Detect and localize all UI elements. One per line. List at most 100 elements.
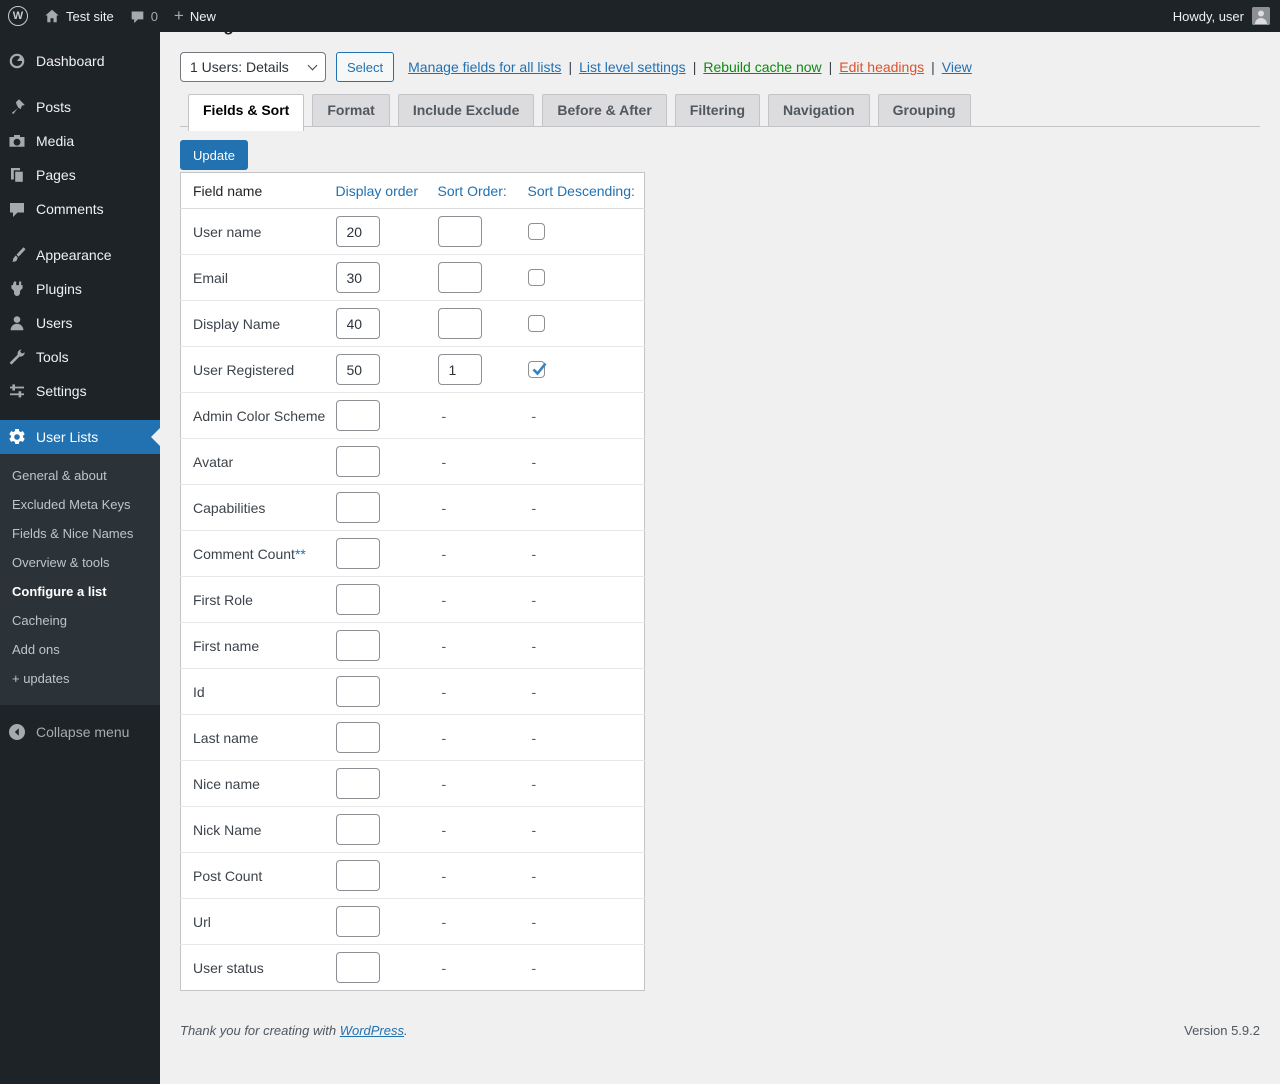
field-name-label: Post Count xyxy=(193,868,262,884)
field-row: Id-- xyxy=(181,669,645,715)
sidebar-item-label: Appearance xyxy=(36,247,112,263)
gear-icon xyxy=(8,428,26,446)
howdy-user-menu[interactable]: Howdy, user xyxy=(1173,9,1244,24)
display-order-input[interactable] xyxy=(336,538,380,569)
display-order-input[interactable] xyxy=(336,216,380,247)
field-row: Avatar-- xyxy=(181,439,645,485)
wordpress-logo-menu[interactable]: W xyxy=(8,6,28,26)
display-order-input[interactable] xyxy=(336,814,380,845)
collapse-menu-button[interactable]: Collapse menu xyxy=(0,715,160,749)
no-sort-marker: - xyxy=(438,868,447,884)
sidebar-item-comments[interactable]: Comments xyxy=(0,192,160,226)
sidebar-item-posts[interactable]: Posts xyxy=(0,90,160,124)
link-rebuild-cache-now[interactable]: Rebuild cache now xyxy=(703,59,821,75)
select-button[interactable]: Select xyxy=(336,52,394,82)
display-order-input[interactable] xyxy=(336,492,380,523)
sidebar-item-media[interactable]: Media xyxy=(0,124,160,158)
submenu-item-add-ons[interactable]: Add ons xyxy=(0,635,160,664)
no-sort-marker: - xyxy=(528,684,537,700)
sidebar-item-label: Posts xyxy=(36,99,71,115)
comments-admin-bar-link[interactable]: 0 xyxy=(130,9,158,24)
sidebar-item-user-lists[interactable]: User Lists xyxy=(0,420,160,454)
submenu-item-overview-tools[interactable]: Overview & tools xyxy=(0,548,160,577)
sidebar-item-appearance[interactable]: Appearance xyxy=(0,238,160,272)
field-name-label: Url xyxy=(193,914,211,930)
tab-format[interactable]: Format xyxy=(312,94,389,126)
sort-order-input[interactable] xyxy=(438,216,482,247)
display-order-input[interactable] xyxy=(336,354,380,385)
sidebar-item-dashboard[interactable]: Dashboard xyxy=(0,44,160,78)
sort-order-input[interactable] xyxy=(438,262,482,293)
footer: Thank you for creating with WordPress. V… xyxy=(180,1023,1260,1048)
sidebar-item-tools[interactable]: Tools xyxy=(0,340,160,374)
display-order-input[interactable] xyxy=(336,676,380,707)
brush-icon xyxy=(8,246,26,264)
tab-before-after[interactable]: Before & After xyxy=(542,94,666,126)
column-header-field-name: Field name xyxy=(181,173,328,209)
field-row: User name xyxy=(181,209,645,255)
submenu-item-excluded-meta-keys[interactable]: Excluded Meta Keys xyxy=(0,490,160,519)
main-content: Configure a user list : Users: Details 1… xyxy=(160,0,1280,1052)
sidebar-item-label: User Lists xyxy=(36,429,98,445)
no-sort-marker: - xyxy=(528,914,537,930)
link-separator: | xyxy=(829,59,833,75)
link-separator: | xyxy=(568,59,572,75)
display-order-input[interactable] xyxy=(336,584,380,615)
field-row: Last name-- xyxy=(181,715,645,761)
link-view[interactable]: View xyxy=(942,59,972,75)
collapse-icon xyxy=(8,723,26,741)
sort-descending-checkbox[interactable] xyxy=(528,315,545,332)
column-header-sort-order[interactable]: Sort Order: xyxy=(430,173,520,209)
sidebar-item-label: Users xyxy=(36,315,73,331)
sidebar-item-plugins[interactable]: Plugins xyxy=(0,272,160,306)
sort-descending-checkbox[interactable] xyxy=(528,361,545,378)
tab-navigation[interactable]: Navigation xyxy=(768,94,870,126)
field-row: First name-- xyxy=(181,623,645,669)
display-order-input[interactable] xyxy=(336,768,380,799)
sidebar-item-settings[interactable]: Settings xyxy=(0,374,160,408)
link-list-level-settings[interactable]: List level settings xyxy=(579,59,686,75)
field-name-label: User name xyxy=(193,224,261,240)
new-label: New xyxy=(190,9,216,24)
submenu-item-general-about[interactable]: General & about xyxy=(0,461,160,490)
sort-descending-checkbox[interactable] xyxy=(528,223,545,240)
new-content-menu[interactable]: + New xyxy=(174,9,216,24)
display-order-input[interactable] xyxy=(336,906,380,937)
tab-include-exclude[interactable]: Include Exclude xyxy=(398,94,535,126)
link-edit-headings[interactable]: Edit headings xyxy=(839,59,924,75)
fields-table: Field nameDisplay orderSort Order:Sort D… xyxy=(180,172,645,991)
display-order-input[interactable] xyxy=(336,446,380,477)
person-icon xyxy=(8,314,26,332)
column-header-sort-descending[interactable]: Sort Descending: xyxy=(520,173,645,209)
submenu-item-configure-a-list[interactable]: Configure a list xyxy=(0,577,160,606)
display-order-input[interactable] xyxy=(336,860,380,891)
display-order-input[interactable] xyxy=(336,722,380,753)
submenu-item-cacheing[interactable]: Cacheing xyxy=(0,606,160,635)
display-order-input[interactable] xyxy=(336,262,380,293)
field-row: Url-- xyxy=(181,899,645,945)
update-button[interactable]: Update xyxy=(180,140,248,170)
wordpress-link[interactable]: WordPress xyxy=(340,1023,404,1038)
site-home-link[interactable]: Test site xyxy=(44,8,114,24)
field-name-label: Last name xyxy=(193,730,258,746)
display-order-input[interactable] xyxy=(336,952,380,983)
submenu-item-updates[interactable]: + updates xyxy=(0,664,160,693)
sidebar-item-pages[interactable]: Pages xyxy=(0,158,160,192)
sidebar-item-users[interactable]: Users xyxy=(0,306,160,340)
sort-descending-checkbox[interactable] xyxy=(528,269,545,286)
display-order-input[interactable] xyxy=(336,630,380,661)
tab-fields-sort[interactable]: Fields & Sort xyxy=(188,94,304,131)
submenu-item-fields-nice-names[interactable]: Fields & Nice Names xyxy=(0,519,160,548)
sort-order-input[interactable] xyxy=(438,354,482,385)
link-separator: | xyxy=(931,59,935,75)
display-order-input[interactable] xyxy=(336,400,380,431)
list-selector[interactable]: 1 Users: Details xyxy=(180,52,326,82)
sort-order-input[interactable] xyxy=(438,308,482,339)
link-manage-fields-for-all-lists[interactable]: Manage fields for all lists xyxy=(408,59,561,75)
column-header-display-order[interactable]: Display order xyxy=(328,173,430,209)
sidebar: Dashboard Posts MediaPagesComments Appearan… xyxy=(0,32,160,1084)
user-avatar[interactable] xyxy=(1252,7,1270,25)
tab-filtering[interactable]: Filtering xyxy=(675,94,760,126)
tab-grouping[interactable]: Grouping xyxy=(878,94,971,126)
display-order-input[interactable] xyxy=(336,308,380,339)
